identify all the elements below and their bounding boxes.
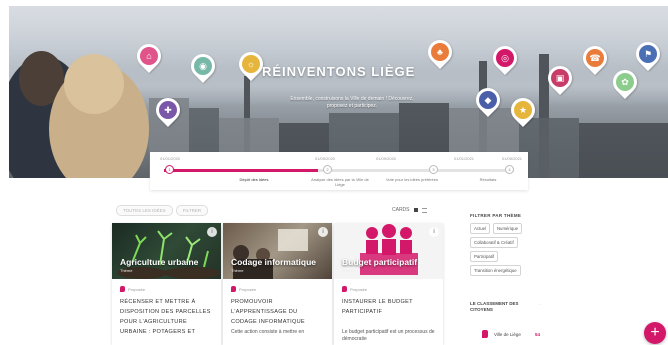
timeline-date: 01/05/2021 — [502, 156, 523, 161]
ranking-name: Ville de Liège — [494, 331, 521, 337]
list-icon[interactable] — [421, 207, 427, 213]
info-icon[interactable]: i — [318, 227, 328, 237]
timeline-date: 01/05/2020 — [315, 156, 336, 161]
timeline-track — [164, 169, 514, 172]
card-image: Agriculture urbaine Thème i — [112, 223, 221, 279]
ranking-meta: ... — [538, 301, 542, 306]
info-icon[interactable]: i — [429, 227, 439, 237]
filter-theme-title: FILTRER PAR THÈME — [470, 213, 522, 218]
author-pin-icon — [231, 286, 236, 292]
card-author: Proposée — [342, 286, 367, 292]
hero-subtitle: Ensemble, construisons la Ville de demai… — [290, 96, 414, 109]
author-pin-icon — [120, 286, 125, 292]
card-body: Cette action consiste à mettre en — [231, 329, 305, 335]
timeline-step-label: Dépôt des idées — [239, 177, 269, 182]
timeline-step-label: Vote pour les idées préférées — [385, 177, 439, 182]
author-label: Proposée — [350, 286, 368, 292]
timeline-step-1[interactable]: 1 — [165, 165, 174, 174]
card-meta: Thème — [342, 268, 355, 273]
author-label: Proposée — [128, 286, 146, 292]
timeline-progress — [164, 169, 318, 172]
filter-tabs: TOUTES LES IDÉES FILTRER — [116, 205, 209, 216]
card-meta: Thème — [231, 268, 244, 273]
card-image: Codage informatique Thème i — [223, 223, 332, 279]
info-icon[interactable]: i — [207, 227, 217, 237]
card-title-overlay: Agriculture urbaine — [120, 257, 199, 267]
ranking-title: LE CLASSEMENT DES CITOYENS — [470, 301, 519, 312]
card-author: Proposée — [231, 286, 256, 292]
idea-card[interactable]: Codage informatique Thème i Proposée PRO… — [223, 223, 332, 345]
theme-chip[interactable]: Transition énergétique — [470, 265, 521, 276]
card-title-overlay: Codage informatique — [231, 257, 317, 267]
card-title-overlay: Budget participatif — [342, 257, 418, 267]
add-idea-button[interactable]: + — [644, 322, 666, 344]
left-frame — [0, 0, 9, 345]
grid-icon[interactable] — [413, 208, 418, 212]
card-image: Budget participatif Thème i — [334, 223, 443, 279]
tab-all-ideas[interactable]: TOUTES LES IDÉES — [116, 205, 173, 216]
idea-card[interactable]: Agriculture urbaine Thème i Proposée RÉC… — [112, 223, 221, 345]
theme-chip[interactable]: Collaboratif & Créatif — [470, 237, 518, 248]
author-pin-icon — [342, 286, 347, 292]
view-toggle[interactable]: CARDS — [392, 207, 427, 213]
timeline-date: 01/09/2020 — [376, 156, 397, 161]
timeline: 01/01/2020 01/05/2020 01/09/2020 01/01/2… — [150, 152, 528, 190]
timeline-step-4[interactable]: 4 — [505, 165, 514, 174]
tab-filter[interactable]: FILTRER — [175, 205, 209, 216]
view-cards-label[interactable]: CARDS — [392, 207, 410, 213]
timeline-step-2[interactable]: 2 — [323, 165, 332, 174]
theme-chip[interactable]: Actuel — [470, 223, 490, 234]
card-author: Proposée — [120, 286, 145, 292]
card-description: RÉCENSER ET METTRE À DISPOSITION DES PAR… — [120, 299, 211, 335]
hero-title: RÉINVENTONS LIÈGE — [262, 64, 416, 79]
card-description: INSTAURER LE BUDGET PARTICIPATIF — [342, 299, 413, 315]
sidebar: FILTRER PAR THÈME Actuel Numérique Colla… — [470, 213, 550, 279]
ranking-pin-icon — [482, 330, 488, 338]
person-hair — [64, 54, 124, 114]
theme-chip[interactable]: Numérique — [492, 223, 522, 234]
theme-chip[interactable]: Participatif — [470, 251, 499, 262]
building — [579, 123, 668, 178]
timeline-step-label: Résultats — [479, 177, 497, 182]
idea-card[interactable]: Budget participatif Thème i Proposée INS… — [334, 223, 443, 345]
card-body: Le budget participatif est un processus … — [342, 329, 435, 342]
timeline-date: 01/01/2021 — [454, 156, 475, 161]
author-label: Proposée — [239, 286, 257, 292]
timeline-step-3[interactable]: 3 — [429, 165, 438, 174]
card-meta: Thème — [120, 268, 133, 273]
card-description: PROMOUVOIR L'APPRENTISSAGE DU CODAGE INF… — [231, 299, 305, 325]
timeline-date: 01/01/2020 — [160, 156, 181, 161]
ranking-row[interactable]: Ville de Liège 54 — [482, 330, 540, 338]
timeline-step-label: Analyse des idées par la Ville de Liège — [311, 177, 369, 187]
building — [519, 118, 579, 178]
ranking-score: 54 — [534, 331, 540, 337]
